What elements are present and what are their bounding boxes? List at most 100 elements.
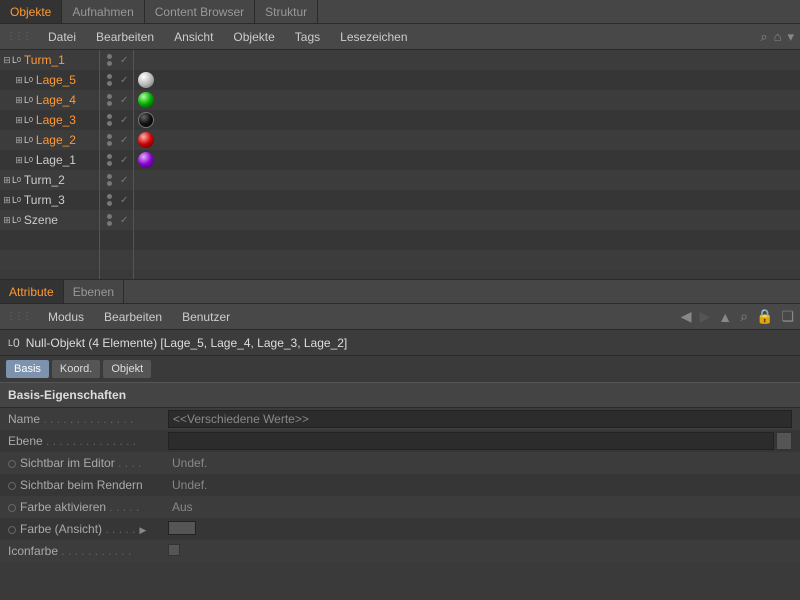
home-icon[interactable]: ⌂ <box>774 29 782 44</box>
menu-bearbeiten[interactable]: Bearbeiten <box>86 26 164 48</box>
input-name[interactable] <box>168 410 792 428</box>
nav-up-icon[interactable]: ▲ <box>718 309 732 325</box>
tree-row[interactable]: ⊞L0Turm_3 <box>0 190 99 210</box>
attr-menu-bearbeiten[interactable]: Bearbeiten <box>94 306 172 328</box>
new-icon[interactable]: ❏ <box>781 308 794 325</box>
object-name[interactable]: Lage_2 <box>36 133 76 147</box>
expander-icon[interactable]: ⊞ <box>14 75 24 86</box>
tab-content-browser[interactable]: Content Browser <box>145 0 255 23</box>
tab-objekte[interactable]: Objekte <box>0 0 62 23</box>
search-icon[interactable]: ⌕ <box>760 29 767 45</box>
expander-icon[interactable]: ⊞ <box>2 175 12 186</box>
input-ebene[interactable] <box>168 432 774 450</box>
tags-cell[interactable] <box>134 150 800 170</box>
tags-cell[interactable] <box>134 130 800 150</box>
object-name[interactable]: Lage_1 <box>36 153 76 167</box>
tab-ebenen[interactable]: Ebenen <box>64 280 124 303</box>
visibility-cell[interactable]: ✓ <box>100 170 133 190</box>
tree-row[interactable]: ⊞L0Lage_4 <box>0 90 99 110</box>
visibility-cell[interactable] <box>100 250 133 270</box>
object-name[interactable]: Lage_5 <box>36 73 76 87</box>
expander-icon[interactable]: ⊞ <box>2 195 12 206</box>
visibility-cell[interactable]: ✓ <box>100 130 133 150</box>
object-name[interactable]: Lage_3 <box>36 113 76 127</box>
visibility-cell[interactable]: ✓ <box>100 210 133 230</box>
tags-cell[interactable] <box>134 70 800 90</box>
value-visible-editor[interactable]: Undef. <box>168 456 207 470</box>
material-tag-icon[interactable] <box>138 72 154 88</box>
tree-row[interactable]: ⊞L0Lage_3 <box>0 110 99 130</box>
expander-icon[interactable]: ⊞ <box>14 95 24 106</box>
visibility-cell[interactable]: ✓ <box>100 50 133 70</box>
visibility-cell[interactable]: ✓ <box>100 70 133 90</box>
menu-objekte[interactable]: Objekte <box>223 26 284 48</box>
visibility-cell[interactable]: ✓ <box>100 150 133 170</box>
material-tag-icon[interactable] <box>138 112 154 128</box>
material-tag-icon[interactable] <box>138 152 154 168</box>
tags-cell[interactable] <box>134 210 800 230</box>
tags-cell[interactable] <box>134 250 800 270</box>
tree-row[interactable] <box>0 230 99 250</box>
visibility-cell[interactable]: ✓ <box>100 110 133 130</box>
tags-cell[interactable] <box>134 50 800 70</box>
visibility-cell[interactable]: ✓ <box>100 190 133 210</box>
object-name[interactable]: Turm_2 <box>24 173 65 187</box>
tree-row[interactable]: ⊞L0Szene <box>0 210 99 230</box>
tree-row[interactable]: ⊟L0Turm_1 <box>0 50 99 70</box>
material-tag-icon[interactable] <box>138 132 154 148</box>
anim-dot-icon[interactable] <box>8 460 16 468</box>
object-name[interactable]: Lage_4 <box>36 93 76 107</box>
tree-row[interactable]: ⊞L0Turm_2 <box>0 170 99 190</box>
object-name[interactable]: Szene <box>24 213 58 227</box>
menu-datei[interactable]: Datei <box>38 26 86 48</box>
value-color-enable[interactable]: Aus <box>168 500 193 514</box>
tab-struktur[interactable]: Struktur <box>255 0 318 23</box>
menu-ansicht[interactable]: Ansicht <box>164 26 223 48</box>
subtab-koord[interactable]: Koord. <box>52 360 100 378</box>
label-visible-editor: Sichtbar im Editor <box>20 456 115 470</box>
expand-arrow-icon[interactable]: ▶ <box>139 525 147 536</box>
tags-cell[interactable] <box>134 110 800 130</box>
search-icon[interactable]: ⌕ <box>740 308 748 325</box>
menu-lesezeichen[interactable]: Lesezeichen <box>330 26 417 48</box>
ebene-picker-button[interactable] <box>776 432 792 450</box>
expander-icon[interactable]: ⊞ <box>2 215 12 226</box>
nav-back-icon[interactable]: ◀ <box>681 308 692 325</box>
attr-menu-benutzer[interactable]: Benutzer <box>172 306 240 328</box>
nav-fwd-icon[interactable]: ▶ <box>700 308 711 325</box>
menu-dropdown-icon[interactable]: ▾ <box>787 29 794 45</box>
anim-dot-icon[interactable] <box>8 504 16 512</box>
visibility-cell[interactable] <box>100 230 133 250</box>
grip-icon: ⋮⋮⋮ <box>6 31 30 42</box>
tree-row[interactable]: ⊞L0Lage_5 <box>0 70 99 90</box>
tree-row[interactable] <box>0 250 99 270</box>
tags-cell[interactable] <box>134 90 800 110</box>
visibility-cell[interactable]: ✓ <box>100 90 133 110</box>
tab-aufnahmen[interactable]: Aufnahmen <box>62 0 144 23</box>
tree-row[interactable]: ⊞L0Lage_2 <box>0 130 99 150</box>
tree-row[interactable]: ⊞L0Lage_1 <box>0 150 99 170</box>
tags-cell[interactable] <box>134 230 800 250</box>
expander-icon[interactable]: ⊞ <box>14 155 24 166</box>
expander-icon[interactable]: ⊞ <box>14 115 24 126</box>
null-object-icon: L0 <box>24 155 33 165</box>
tab-attribute[interactable]: Attribute <box>0 280 64 303</box>
expander-icon[interactable]: ⊟ <box>2 55 12 66</box>
menu-tags[interactable]: Tags <box>285 26 330 48</box>
object-header: L0 Null-Objekt (4 Elemente) [Lage_5, Lag… <box>0 330 800 356</box>
tags-cell[interactable] <box>134 170 800 190</box>
color-swatch[interactable] <box>168 521 196 535</box>
subtab-basis[interactable]: Basis <box>6 360 49 378</box>
anim-dot-icon[interactable] <box>8 482 16 490</box>
object-name[interactable]: Turm_3 <box>24 193 65 207</box>
attr-menu-modus[interactable]: Modus <box>38 306 94 328</box>
tags-cell[interactable] <box>134 190 800 210</box>
value-visible-render[interactable]: Undef. <box>168 478 207 492</box>
lock-icon[interactable]: 🔒 <box>756 308 773 325</box>
anim-dot-icon[interactable] <box>8 526 16 534</box>
checkbox-iconcolor[interactable] <box>168 544 180 556</box>
expander-icon[interactable]: ⊞ <box>14 135 24 146</box>
object-name[interactable]: Turm_1 <box>24 53 65 67</box>
subtab-objekt[interactable]: Objekt <box>103 360 151 378</box>
material-tag-icon[interactable] <box>138 92 154 108</box>
